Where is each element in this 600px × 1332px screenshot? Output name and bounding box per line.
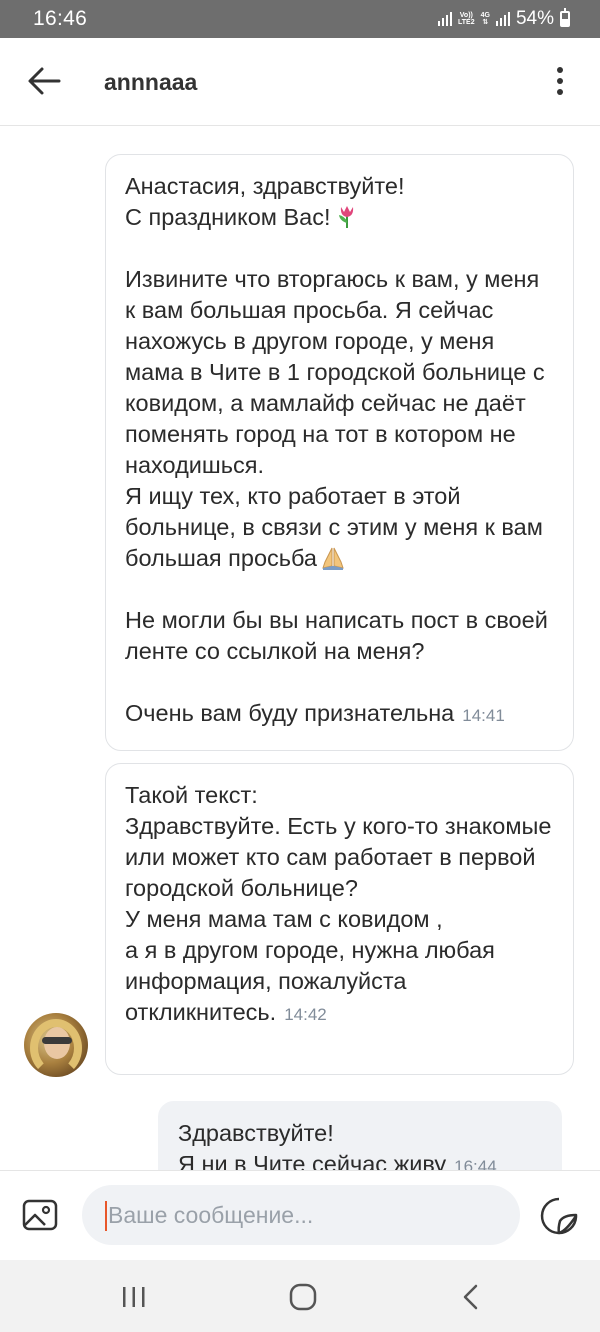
sticker-button[interactable] [538,1195,580,1237]
message-paragraph: Не могли бы вы написать пост в своей лен… [125,607,548,664]
outgoing-message-1[interactable]: Здравствуйте! Я ни в Чите сейчас живу 16:… [158,1101,562,1170]
lte-label: LTE2 [458,19,475,26]
system-back-button[interactable] [456,1282,486,1312]
message-composer [0,1170,600,1260]
status-indicators: Vo)) LTE2 4G ⇅ 54% [438,8,570,30]
message-input[interactable] [82,1185,520,1245]
sticker-icon [540,1197,578,1235]
recents-button[interactable] [118,1284,150,1310]
text-caret [105,1201,107,1231]
incoming-message-2[interactable]: Такой текст: Здравствуйте. Есть у кого-т… [105,763,574,1075]
message-time: 14:42 [284,1005,327,1024]
message-line: Анастасия, здравствуйте! [125,173,405,199]
message-time: 14:41 [462,706,505,725]
message-line: С праздником Вас! [125,202,553,233]
more-vertical-icon [557,67,563,95]
more-options-button[interactable] [542,58,578,104]
sender-avatar[interactable] [24,1013,88,1077]
image-icon [22,1199,58,1231]
folded-hands-emoji-icon [322,547,344,570]
battery-icon [560,8,570,27]
attach-photo-button[interactable] [20,1195,60,1235]
message-time: 16:44 [454,1157,497,1170]
home-icon [289,1283,317,1311]
incoming-message-1[interactable]: Анастасия, здравствуйте! С праздником Ва… [105,154,574,751]
signal-icon-2 [495,12,510,26]
system-nav-bar [0,1260,600,1332]
back-button[interactable] [22,58,68,104]
battery-percent: 54% [515,8,554,29]
network-gen-indicator: 4G ⇅ [480,12,490,26]
volte-indicator: Vo)) LTE2 [458,12,475,26]
signal-icon [438,12,453,26]
network-gen-label: 4G [480,12,490,19]
recents-icon [123,1287,145,1307]
volte-label: Vo)) [459,12,473,19]
chat-title[interactable]: annnaaa [104,69,197,96]
chat-header: annnaaa [0,38,600,126]
tulip-emoji-icon [338,206,353,228]
message-paragraph: Очень вам буду признательна 14:41 [125,700,505,726]
status-bar: 16:46 Vo)) LTE2 4G ⇅ 54% [0,0,600,38]
message-list[interactable]: Анастасия, здравствуйте! С праздником Ва… [0,127,600,1170]
message-line: Я ни в Чите сейчас живу 16:44 [178,1149,541,1170]
status-time: 16:46 [33,7,88,30]
back-chevron-icon [463,1284,478,1310]
message-paragraph: Такой текст: Здравствуйте. Есть у кого-т… [125,782,552,1025]
home-button[interactable] [288,1282,318,1312]
message-line: Здравствуйте! [178,1120,334,1146]
arrow-left-icon [28,67,61,95]
message-paragraph: Извините что вторгаюсь к вам, у меня к в… [125,266,545,571]
